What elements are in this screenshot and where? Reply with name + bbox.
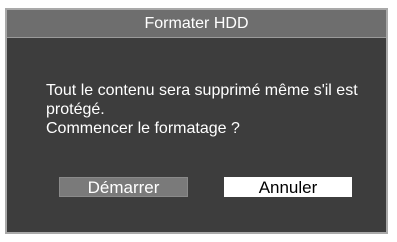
message-line-1: Tout le contenu sera supprimé même s'il …	[46, 82, 358, 99]
message-line-3: Commencer le formatage ?	[46, 120, 240, 137]
dialog-message: Tout le contenu sera supprimé même s'il …	[46, 81, 386, 138]
dialog-title: Formater HDD	[7, 10, 386, 38]
start-button[interactable]: Démarrer	[59, 177, 188, 197]
format-hdd-dialog: Formater HDD Tout le contenu sera suppri…	[5, 8, 388, 234]
cancel-button[interactable]: Annuler	[224, 177, 352, 197]
message-line-2: protégé.	[46, 101, 105, 118]
